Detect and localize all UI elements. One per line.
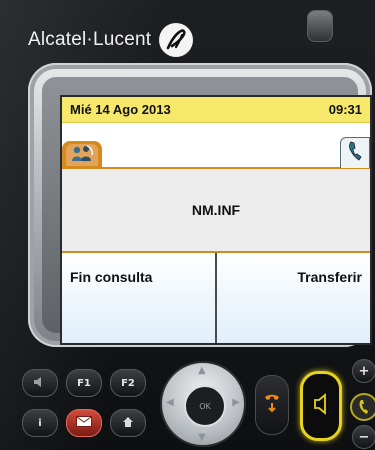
mute-button[interactable] xyxy=(22,369,58,397)
top-hardware-button[interactable] xyxy=(307,10,333,42)
f2-button[interactable]: F2 xyxy=(110,369,146,397)
brand-name: Alcatel·Lucent xyxy=(28,29,152,50)
handset-side-icon xyxy=(350,393,375,421)
tab-inner xyxy=(66,144,98,166)
mute-icon xyxy=(33,376,47,391)
softkey-label-left: Fin consulta xyxy=(70,269,153,285)
home-button[interactable] xyxy=(110,409,146,437)
f2-label: F2 xyxy=(121,377,135,389)
call-on-hold-icon xyxy=(70,144,94,166)
hang-up-button[interactable] xyxy=(255,375,289,435)
mail-icon xyxy=(76,416,92,430)
phone-device: Alcatel·Lucent Mié 14 Ago 2013 09:31 NM.… xyxy=(0,0,375,450)
status-date: Mié 14 Ago 2013 xyxy=(70,102,171,117)
volume-up-button[interactable]: + xyxy=(352,359,375,383)
caller-name: NM.INF xyxy=(191,202,241,218)
arrow-right-icon[interactable]: ▶ xyxy=(232,397,240,408)
status-bar: Mié 14 Ago 2013 09:31 xyxy=(62,97,370,123)
volume-down-button[interactable]: − xyxy=(352,425,375,449)
softkey-label-right: Transferir xyxy=(297,269,362,285)
screen-bezel: Mié 14 Ago 2013 09:31 NM.INF Fin consult… xyxy=(28,63,372,347)
call-panel[interactable]: NM.INF xyxy=(62,169,370,253)
ok-button[interactable]: OK xyxy=(184,385,226,427)
home-icon xyxy=(122,416,134,431)
arrow-down-icon[interactable]: ▼ xyxy=(198,432,206,443)
transfer-softkey[interactable]: Transferir xyxy=(215,253,370,343)
hang-up-icon xyxy=(263,392,281,418)
speaker-button[interactable] xyxy=(300,371,342,441)
display-screen: Mié 14 Ago 2013 09:31 NM.INF Fin consult… xyxy=(60,95,372,345)
info-button[interactable]: i xyxy=(22,409,58,437)
tab-call-on-hold[interactable] xyxy=(62,141,102,169)
f1-button[interactable]: F1 xyxy=(66,369,102,397)
speaker-icon xyxy=(313,393,329,419)
plus-icon: + xyxy=(358,363,370,379)
info-icon: i xyxy=(38,417,42,429)
arrow-up-icon[interactable]: ▲ xyxy=(198,365,206,376)
end-consult-softkey[interactable]: Fin consulta xyxy=(62,253,215,343)
f1-label: F1 xyxy=(77,377,91,389)
arrow-left-icon[interactable]: ◀ xyxy=(166,397,174,408)
screen-frame: Mié 14 Ago 2013 09:31 NM.INF Fin consult… xyxy=(42,77,372,345)
handset-icon xyxy=(347,140,363,166)
ok-label: OK xyxy=(199,401,211,411)
tabs-row xyxy=(62,123,370,169)
alcatel-lucent-logo-icon xyxy=(159,23,194,57)
hardware-keypad: F1 F2 i ▲ ▼ ◀ ▶ OK + − xyxy=(0,355,375,450)
tab-handset[interactable] xyxy=(340,137,370,168)
softkeys: Fin consulta Transferir xyxy=(62,253,370,343)
status-time: 09:31 xyxy=(328,102,362,117)
brand: Alcatel·Lucent xyxy=(28,20,194,60)
messaging-button[interactable] xyxy=(66,409,102,437)
navigation-dpad[interactable]: ▲ ▼ ◀ ▶ OK xyxy=(160,361,246,447)
minus-icon: − xyxy=(358,429,370,445)
